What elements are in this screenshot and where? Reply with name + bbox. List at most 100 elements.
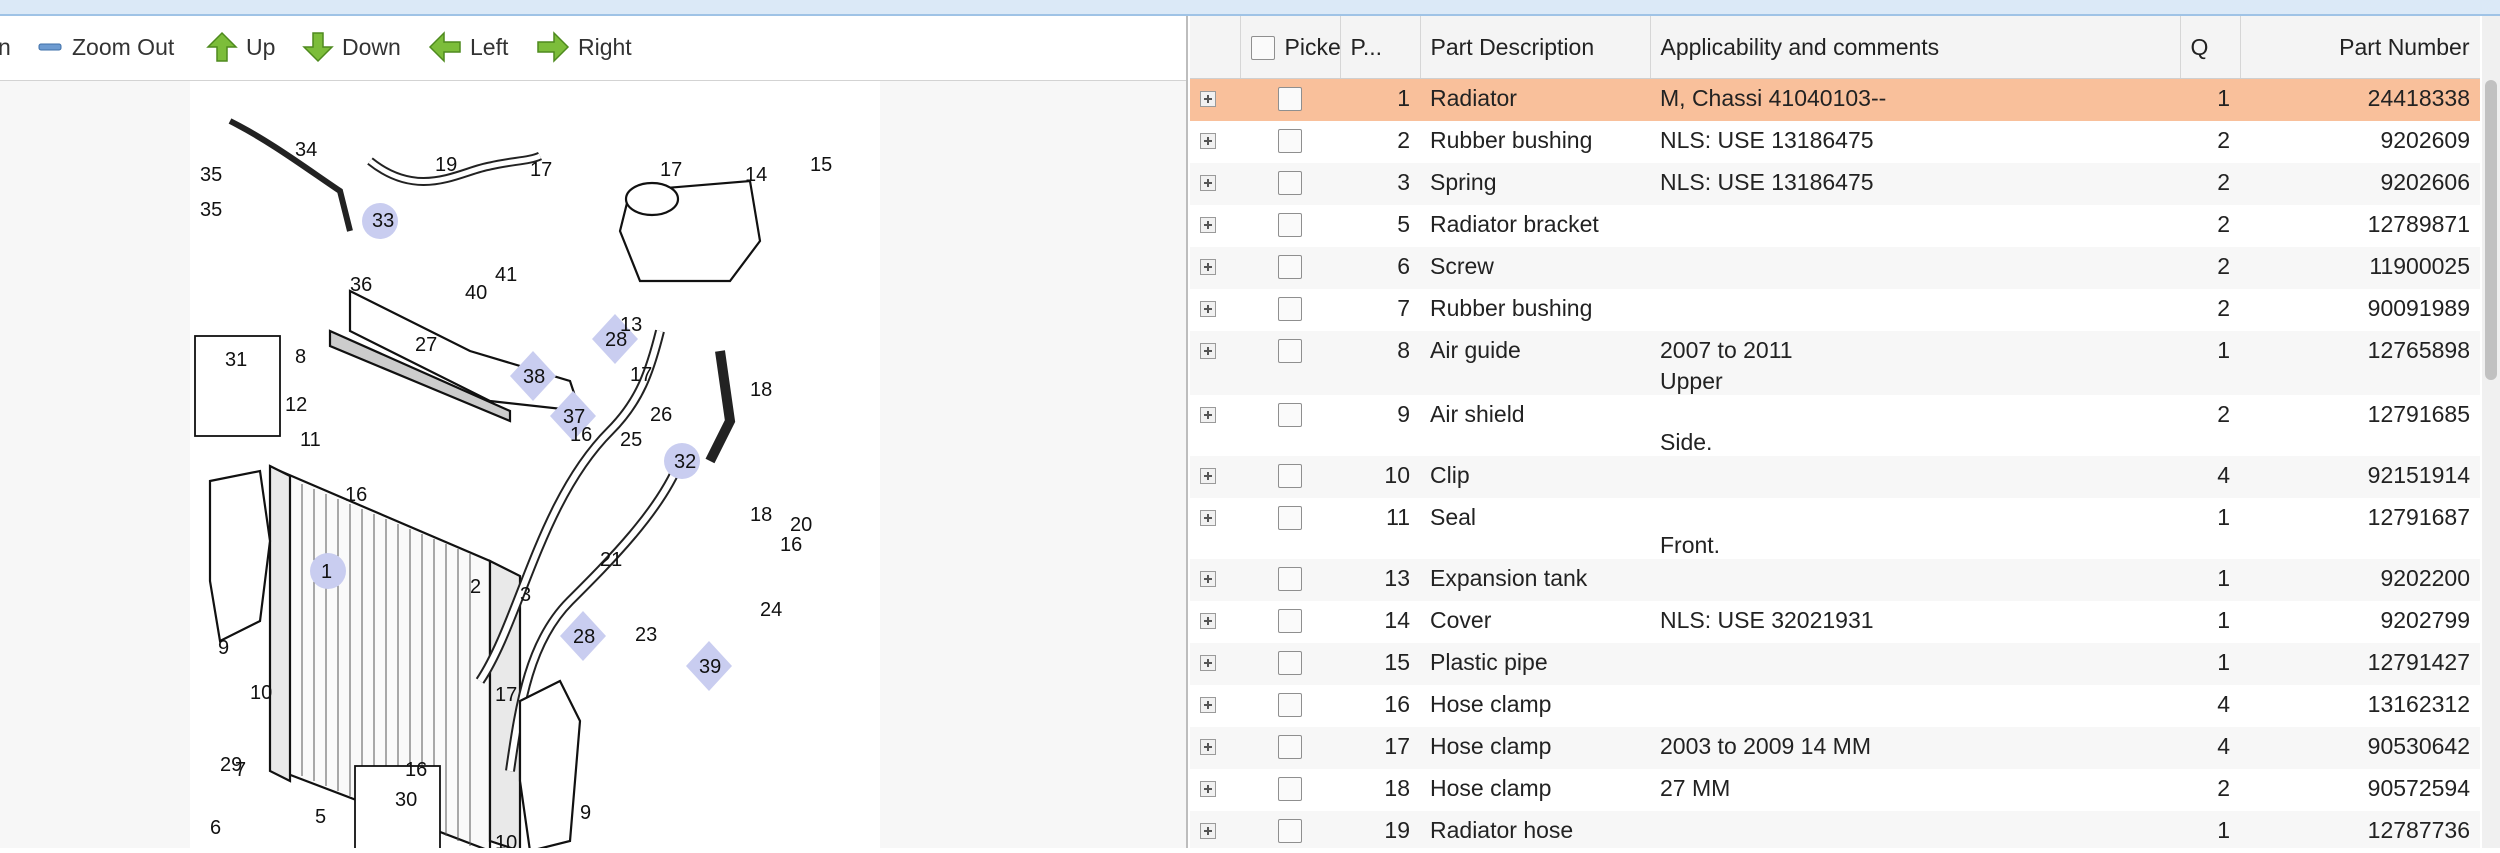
svg-text:9: 9 bbox=[580, 802, 591, 824]
table-row[interactable]: 17 Hose clamp 2003 to 2009 14 MM 4 90530… bbox=[1190, 726, 2480, 769]
table-row[interactable]: 16 Hose clamp 4 13162312 bbox=[1190, 685, 2480, 727]
expand-row-icon[interactable] bbox=[1200, 467, 1216, 484]
picked-checkbox[interactable] bbox=[1278, 650, 1302, 675]
minus-icon bbox=[38, 43, 62, 51]
applicability-cell bbox=[1650, 455, 2180, 498]
pan-down-button[interactable]: Down bbox=[302, 30, 401, 64]
pane-divider[interactable] bbox=[1186, 16, 1188, 848]
picked-checkbox[interactable] bbox=[1278, 87, 1302, 111]
expand-row-icon[interactable] bbox=[1200, 132, 1216, 149]
table-row[interactable]: 14 Cover NLS: USE 32021931 1 9202799 bbox=[1190, 601, 2480, 643]
qty-column-header[interactable]: Q bbox=[2180, 16, 2241, 79]
table-row[interactable]: 19 Radiator hose 1 12787736 bbox=[1190, 810, 2480, 848]
table-row[interactable]: 3 Spring NLS: USE 13186475 2 9202606 bbox=[1190, 162, 2480, 205]
part-number-column-header[interactable]: Part Number bbox=[2240, 16, 2480, 79]
picked-checkbox[interactable] bbox=[1278, 776, 1302, 801]
expand-row-icon[interactable] bbox=[1200, 258, 1216, 275]
table-row[interactable]: 5 Radiator bracket 2 12789871 bbox=[1190, 205, 2480, 247]
description-cell: Hose clamp bbox=[1430, 774, 1552, 801]
table-row[interactable]: 6 Screw 2 11900025 bbox=[1190, 246, 2480, 289]
zoom-out-label: Zoom Out bbox=[72, 33, 175, 60]
arrow-up-icon bbox=[206, 31, 238, 62]
expand-row-icon[interactable] bbox=[1200, 696, 1216, 713]
applicability-header-label: Applicability and comments bbox=[1660, 33, 1940, 60]
description-cell: Radiator bbox=[1420, 78, 1650, 121]
cooling-system-diagram: 133 3237 3839 2828 23 99 1010 1112 1314 … bbox=[194, 118, 832, 853]
expand-row-icon[interactable] bbox=[1200, 300, 1216, 317]
picked-checkbox[interactable] bbox=[1278, 338, 1302, 363]
qty-cell: 2 bbox=[2217, 210, 2230, 237]
applicability-column-header[interactable]: Applicability and comments bbox=[1650, 16, 2181, 79]
expand-row-icon[interactable] bbox=[1200, 654, 1216, 671]
pan-left-button[interactable]: Left bbox=[428, 30, 508, 64]
expand-row-icon[interactable] bbox=[1200, 216, 1216, 233]
svg-text:28: 28 bbox=[573, 626, 595, 648]
picked-checkbox[interactable] bbox=[1278, 296, 1302, 321]
expand-row-icon[interactable] bbox=[1200, 780, 1216, 797]
table-row[interactable]: 9 Air shield Side. 2 12791685 bbox=[1190, 395, 2480, 456]
exploded-parts-drawing[interactable]: 1 33 32 37 38 39 28 28 23 99 10 10 11 12 13 14 … bbox=[190, 81, 880, 853]
zoom-out-button[interactable]: Zoom Out bbox=[38, 30, 174, 64]
applicability-cell bbox=[1650, 289, 2180, 331]
applicability-comment: Upper bbox=[1660, 367, 1723, 394]
applicability-cell: Front. bbox=[1650, 498, 2180, 559]
table-row[interactable]: 11 Seal Front. 1 12791687 bbox=[1190, 498, 2480, 559]
qty-cell: 1 bbox=[2180, 78, 2240, 121]
bracket-9-bottom bbox=[518, 679, 582, 853]
position-column-header[interactable]: P... bbox=[1340, 16, 1421, 79]
expand-row-icon[interactable] bbox=[1200, 822, 1216, 839]
table-row[interactable]: 2 Rubber bushing NLS: USE 13186475 2 920… bbox=[1190, 121, 2480, 163]
description-header-label: Part Description bbox=[1430, 33, 1595, 60]
expand-row-icon[interactable] bbox=[1200, 342, 1216, 359]
picked-checkbox[interactable] bbox=[1278, 505, 1302, 530]
picked-column-header[interactable]: Picked bbox=[1240, 16, 1341, 79]
svg-text:27: 27 bbox=[415, 334, 437, 356]
table-row[interactable]: 13 Expansion tank 1 9202200 bbox=[1190, 558, 2480, 601]
pan-right-button[interactable]: Right bbox=[536, 30, 632, 64]
zoom-in-button[interactable]: n bbox=[0, 30, 11, 64]
applicability-cell bbox=[1650, 558, 2180, 601]
picked-checkbox[interactable] bbox=[1278, 128, 1302, 153]
picked-checkbox[interactable] bbox=[1278, 818, 1302, 843]
picked-checkbox[interactable] bbox=[1278, 463, 1302, 488]
position-cell: 14 bbox=[1384, 606, 1410, 633]
expand-row-icon[interactable] bbox=[1200, 174, 1216, 191]
table-row[interactable]: 18 Hose clamp 27 MM 2 90572594 bbox=[1190, 769, 2480, 811]
expand-row-icon[interactable] bbox=[1200, 509, 1216, 526]
description-cell: Seal bbox=[1430, 503, 1477, 530]
expand-row-icon[interactable] bbox=[1200, 738, 1216, 755]
position-cell: 8 bbox=[1340, 330, 1420, 395]
picked-checkbox[interactable] bbox=[1278, 608, 1302, 633]
description-cell: Clip bbox=[1420, 455, 1650, 498]
table-row[interactable]: 8 Air guide 2007 to 2011 Upper 1 12765898 bbox=[1190, 330, 2480, 395]
picked-checkbox[interactable] bbox=[1278, 402, 1302, 427]
picked-checkbox[interactable] bbox=[1278, 170, 1302, 195]
picked-checkbox[interactable] bbox=[1278, 734, 1302, 759]
diagram-pane: n Zoom Out Up Down Left Right 1 33 32 37… bbox=[0, 16, 1186, 853]
qty-cell: 2 bbox=[2217, 774, 2230, 801]
qty-cell: 4 bbox=[2180, 455, 2240, 498]
svg-text:18: 18 bbox=[750, 379, 772, 401]
pan-up-button[interactable]: Up bbox=[206, 30, 275, 64]
part-number-cell: 13162312 bbox=[2367, 690, 2470, 717]
picked-checkbox[interactable] bbox=[1278, 692, 1302, 717]
select-all-checkbox[interactable] bbox=[1250, 36, 1275, 61]
expand-row-icon[interactable] bbox=[1200, 570, 1216, 587]
applicability-cell: Side. bbox=[1650, 395, 2180, 456]
diagram-canvas[interactable]: 1 33 32 37 38 39 28 28 23 99 10 10 11 12 13 14 … bbox=[0, 81, 1186, 853]
description-column-header[interactable]: Part Description bbox=[1420, 16, 1651, 79]
picked-checkbox[interactable] bbox=[1278, 254, 1302, 279]
expand-row-icon[interactable] bbox=[1200, 91, 1216, 107]
table-row[interactable]: 15 Plastic pipe 1 12791427 bbox=[1190, 642, 2480, 685]
qty-cell: 2 bbox=[2217, 126, 2230, 153]
picked-checkbox[interactable] bbox=[1278, 212, 1302, 237]
table-row[interactable]: 10 Clip 4 92151914 bbox=[1190, 455, 2480, 498]
expand-row-icon[interactable] bbox=[1200, 612, 1216, 629]
scrollbar-thumb[interactable] bbox=[2485, 80, 2497, 380]
part-number-cell: 90091989 bbox=[2367, 294, 2470, 321]
expand-row-icon[interactable] bbox=[1200, 406, 1216, 423]
table-row[interactable]: 7 Rubber bushing 2 90091989 bbox=[1190, 289, 2480, 331]
svg-text:14: 14 bbox=[745, 164, 767, 186]
picked-checkbox[interactable] bbox=[1278, 566, 1302, 591]
table-row[interactable]: 1 Radiator M, Chassi 41040103-- 1 244183… bbox=[1190, 78, 2480, 121]
